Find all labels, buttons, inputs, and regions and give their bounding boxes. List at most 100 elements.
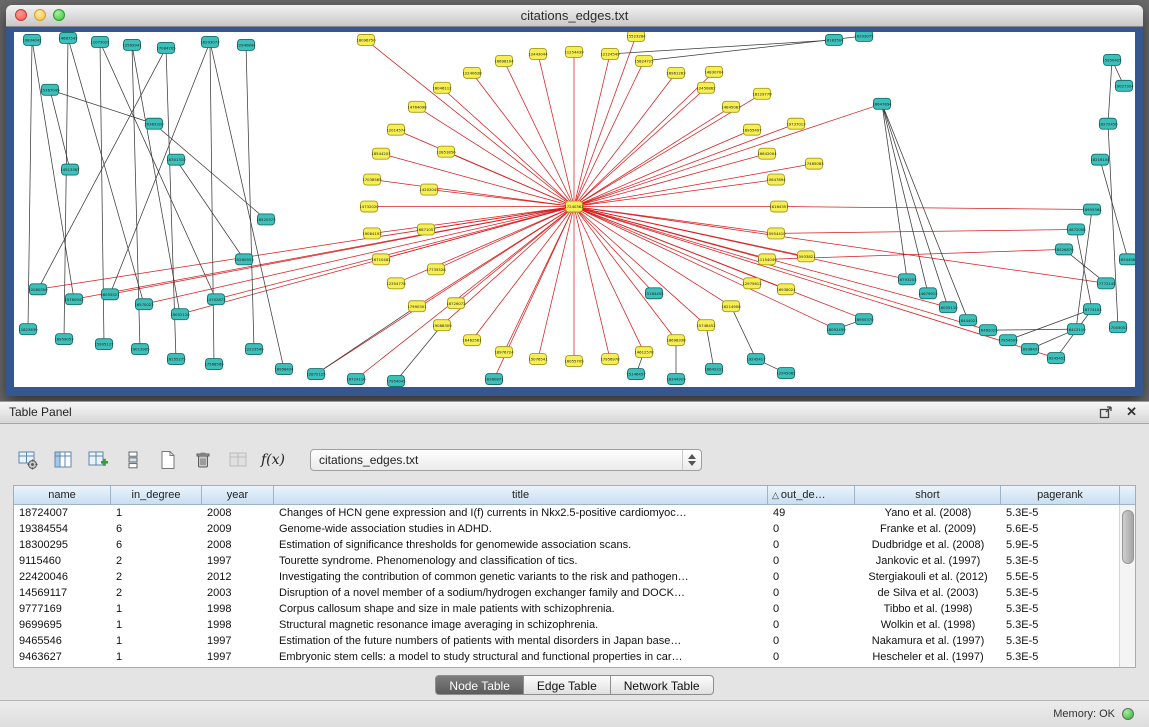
- network-node[interactable]: 18955497: [742, 124, 762, 135]
- network-node[interactable]: 17772145: [1096, 278, 1116, 289]
- network-node[interactable]: 17735528: [426, 264, 446, 275]
- tab-network-table[interactable]: Network Table: [611, 675, 714, 695]
- table-row[interactable]: 1872400712008Changes of HCN gene express…: [14, 505, 1135, 521]
- network-node[interactable]: 20363320: [144, 118, 164, 129]
- network-node[interactable]: 15367049: [40, 84, 60, 95]
- network-node[interactable]: 18216104: [1090, 154, 1110, 165]
- network-node[interactable]: 16642221: [704, 364, 724, 375]
- network-node[interactable]: 16938437: [1020, 344, 1040, 355]
- table-source-dropdown[interactable]: citations_edges.txt: [310, 449, 702, 471]
- network-node[interactable]: 12240638: [462, 67, 482, 78]
- network-node[interactable]: 15905127: [94, 339, 114, 350]
- network-node[interactable]: 14612578: [634, 347, 654, 358]
- network-node[interactable]: 17485083: [804, 158, 824, 169]
- network-node[interactable]: 15523284: [626, 32, 646, 41]
- network-node[interactable]: 14845083: [721, 101, 741, 112]
- network-node[interactable]: 16520373: [256, 214, 276, 225]
- network-node[interactable]: 12354778: [386, 278, 406, 289]
- network-node[interactable]: 12851856: [436, 146, 456, 157]
- column-header-in-degree[interactable]: in_degree: [111, 486, 202, 505]
- network-node[interactable]: 16344560: [1118, 254, 1135, 265]
- network-node[interactable]: 11073022: [90, 36, 110, 47]
- network-node[interactable]: 15146457: [626, 369, 646, 380]
- network-node[interactable]: 15760942: [64, 294, 84, 305]
- network-node[interactable]: 16203073: [200, 36, 220, 47]
- table-row[interactable]: 1938455462009Genome-wide association stu…: [14, 521, 1135, 537]
- network-node[interactable]: 18344919: [666, 374, 686, 385]
- network-node[interactable]: 17990301: [407, 301, 427, 312]
- network-node[interactable]: 14872008: [1066, 224, 1086, 235]
- close-panel-icon[interactable]: ✕: [1126, 404, 1137, 420]
- network-node[interactable]: 18055527: [100, 289, 120, 300]
- network-node[interactable]: 16955364: [1082, 204, 1102, 215]
- table-row[interactable]: 946362711997Embryonic stem cells: a mode…: [14, 649, 1135, 665]
- create-column-icon[interactable]: [86, 448, 110, 472]
- network-node[interactable]: 19245452: [1046, 353, 1066, 364]
- network-node[interactable]: 16214908: [721, 301, 741, 312]
- network-node[interactable]: 17954045: [386, 376, 406, 387]
- network-node[interactable]: 12124549: [600, 48, 620, 59]
- network-node[interactable]: 12563941: [122, 39, 142, 50]
- network-node[interactable]: 16360871: [484, 374, 504, 385]
- network-node[interactable]: 16203075: [854, 32, 874, 41]
- network-node[interactable]: 19052120: [170, 309, 190, 320]
- network-node[interactable]: 14830704: [704, 66, 724, 77]
- network-node[interactable]: 14764098: [407, 101, 427, 112]
- network-node[interactable]: 15076541: [528, 354, 548, 365]
- network-node[interactable]: 16955370: [854, 314, 874, 325]
- network-node[interactable]: 15824725: [634, 55, 654, 66]
- network-node[interactable]: 16793203: [897, 274, 917, 285]
- scrollbar-thumb[interactable]: [1122, 510, 1134, 564]
- table-row[interactable]: 1456911722003Disruption of a novel membe…: [14, 585, 1135, 601]
- network-node[interactable]: 15184455: [644, 288, 664, 299]
- network-node[interactable]: 14513367: [60, 164, 80, 175]
- network-node[interactable]: 17568569: [204, 359, 224, 370]
- delete-icon[interactable]: [191, 448, 215, 472]
- float-panel-icon[interactable]: [1099, 405, 1113, 419]
- tab-edge-table[interactable]: Edge Table: [524, 675, 611, 695]
- network-node[interactable]: 17084705: [156, 42, 176, 53]
- add-row-icon[interactable]: [121, 448, 145, 472]
- network-node[interactable]: 16164357: [769, 201, 789, 212]
- network-node[interactable]: 17956978: [600, 354, 620, 365]
- column-header-short[interactable]: short: [855, 486, 1001, 505]
- network-node[interactable]: 19013905: [130, 344, 150, 355]
- network-node[interactable]: 12014574: [386, 124, 406, 135]
- table-row[interactable]: 2242004622012Investigating the contribut…: [14, 569, 1135, 585]
- network-node[interactable]: 12872125: [306, 369, 326, 380]
- network-node[interactable]: 16412110: [1066, 324, 1086, 335]
- network-node[interactable]: 18092450: [826, 324, 846, 335]
- network-node[interactable]: 11823630: [18, 324, 38, 335]
- network-node[interactable]: 14679915: [918, 288, 938, 299]
- network-node[interactable]: 15950425: [1102, 54, 1122, 65]
- network-node[interactable]: 16774103: [1082, 304, 1102, 315]
- network-node[interactable]: 15954410: [766, 228, 786, 239]
- network-node[interactable]: 12945062: [776, 368, 796, 379]
- network-node[interactable]: 25260553: [234, 254, 254, 265]
- network-node[interactable]: 12975612: [742, 278, 762, 289]
- column-settings-icon[interactable]: [16, 448, 40, 472]
- network-node[interactable]: 18426870: [1054, 244, 1074, 255]
- network-node[interactable]: 16647894: [872, 98, 892, 109]
- table-row[interactable]: 969969511998Structural magnetic resonanc…: [14, 617, 1135, 633]
- table-vertical-scrollbar[interactable]: [1119, 505, 1135, 667]
- table-row[interactable]: 977716911998Corpus callosum shape and si…: [14, 601, 1135, 617]
- network-canvas[interactable]: 1724036211254439124430441669810412240638…: [14, 32, 1135, 387]
- network-node[interactable]: 16724116: [346, 374, 366, 385]
- network-node[interactable]: 16958434: [274, 364, 294, 375]
- network-node[interactable]: 16462561: [462, 335, 482, 346]
- network-node[interactable]: 11254439: [564, 46, 584, 57]
- network-node[interactable]: 12223549: [244, 344, 264, 355]
- table-row[interactable]: 911546021997Tourette syndrome. Phenomeno…: [14, 553, 1135, 569]
- network-node[interactable]: 11154049: [757, 254, 777, 265]
- network-node[interactable]: 16642004: [757, 148, 777, 159]
- column-header-out-degree[interactable]: △out_de…: [768, 486, 855, 505]
- function-icon[interactable]: f(x): [261, 448, 285, 472]
- network-node[interactable]: 15748452: [696, 320, 716, 331]
- network-window-titlebar[interactable]: citations_edges.txt: [6, 5, 1143, 27]
- network-node[interactable]: 18301310: [166, 154, 186, 165]
- network-node[interactable]: 19088309: [432, 320, 452, 331]
- network-node[interactable]: 14732020: [359, 201, 379, 212]
- table-row[interactable]: 1830029562008Estimation of significance …: [14, 537, 1135, 553]
- network-node[interactable]: 12080550: [28, 284, 48, 295]
